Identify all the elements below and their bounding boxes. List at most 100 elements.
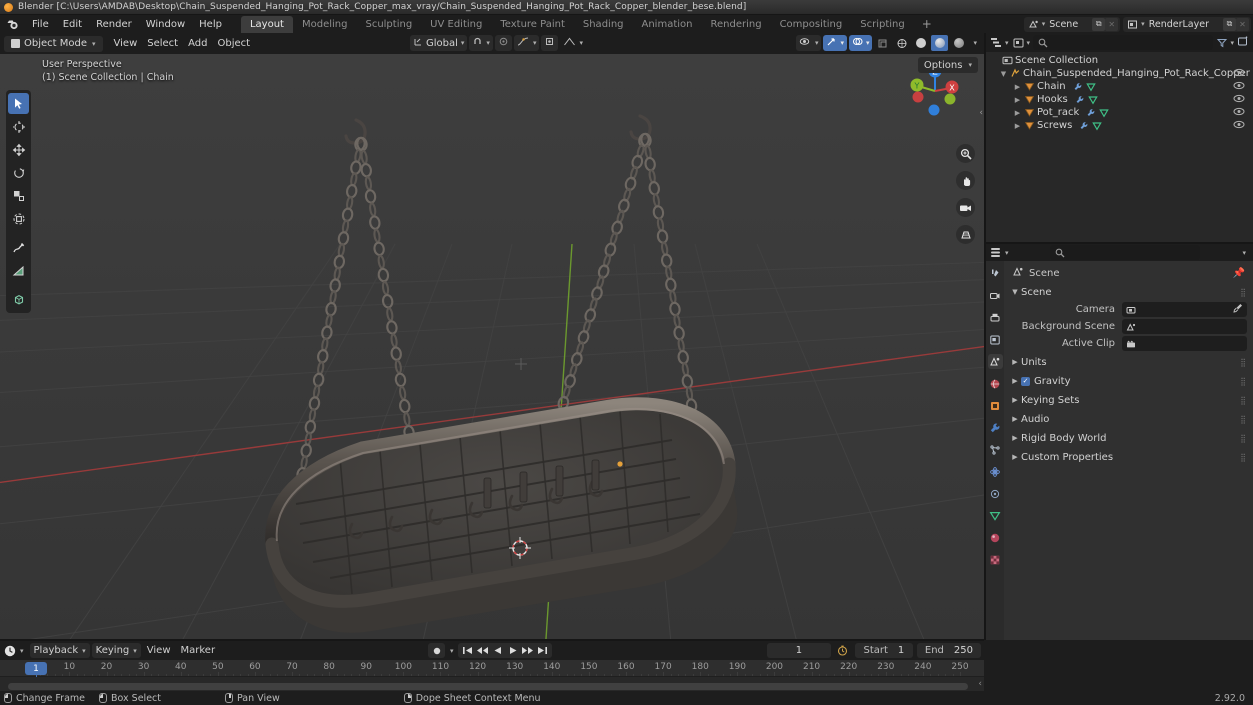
new-scene-icon[interactable]: ⧉ — [1092, 18, 1105, 31]
tool-options-button[interactable]: Options ▾ — [918, 57, 978, 73]
viewport-menu-select[interactable]: Select — [142, 36, 183, 52]
properties-tab-view-layer[interactable] — [988, 332, 1003, 347]
camera-field[interactable] — [1122, 302, 1247, 317]
timeline-divider[interactable] — [0, 639, 984, 641]
tab-modeling[interactable]: Modeling — [293, 16, 357, 33]
timeline-menu-marker[interactable]: Marker — [177, 643, 220, 658]
solid-shading-button[interactable] — [912, 35, 929, 51]
timeline-ruler[interactable]: 1020304050607080901001101201301401501601… — [0, 660, 984, 677]
panel-custom-properties-header[interactable]: ▶ Custom Properties ⣿ — [1004, 449, 1253, 465]
timeline-menu-view[interactable]: View — [143, 643, 175, 658]
menu-help[interactable]: Help — [192, 17, 229, 32]
menu-window[interactable]: Window — [139, 17, 192, 32]
stopwatch-icon[interactable] — [835, 643, 851, 658]
gravity-checkbox[interactable]: ✓ — [1021, 377, 1030, 386]
pin-icon[interactable]: 📌 — [1233, 268, 1245, 279]
rotate-tool[interactable] — [8, 162, 29, 183]
properties-tab-constraints[interactable] — [988, 486, 1003, 501]
outliner-row-collection[interactable]: ▼ Chain_Suspended_Hanging_Pot_Rack_Coppe… — [986, 67, 1253, 80]
overlays-toggle[interactable]: ▾ — [849, 35, 873, 51]
move-tool[interactable] — [8, 139, 29, 160]
panel-audio-header[interactable]: ▶ Audio ⣿ — [1004, 411, 1253, 427]
playback-menu[interactable]: Playback ▾ — [30, 643, 90, 658]
properties-tab-particles[interactable] — [988, 442, 1003, 457]
current-frame-field[interactable]: 1 — [767, 643, 831, 658]
visibility-eye-icon[interactable] — [1233, 80, 1245, 93]
outliner-row-pot-rack[interactable]: ▶ Pot_rack — [986, 106, 1253, 119]
rendered-shading-button[interactable] — [950, 35, 967, 51]
transform-orientation-selector[interactable]: Global ▾ — [410, 35, 467, 51]
viewport-menu-view[interactable]: View — [109, 36, 143, 52]
tab-shading[interactable]: Shading — [574, 16, 633, 33]
timeline-playhead[interactable]: 1 — [25, 662, 47, 675]
visibility-eye-icon[interactable] — [1233, 106, 1245, 119]
properties-editor-type[interactable]: ▾ — [989, 246, 1009, 259]
auto-keyframe-record-icon[interactable] — [428, 643, 445, 658]
snap-target-toggle[interactable] — [541, 35, 558, 51]
menu-edit[interactable]: Edit — [56, 17, 89, 32]
add-workspace-button[interactable]: + — [914, 15, 940, 33]
expand-triangle-icon[interactable]: ▶ — [1012, 83, 1023, 91]
viewport-menu-object[interactable]: Object — [212, 36, 255, 52]
menu-render[interactable]: Render — [89, 17, 139, 32]
tab-layout[interactable]: Layout — [241, 16, 293, 33]
mirror-toggle[interactable]: ▾ — [560, 35, 586, 51]
panel-rigid-body-world-header[interactable]: ▶ Rigid Body World ⣿ — [1004, 430, 1253, 446]
properties-tab-render[interactable] — [988, 288, 1003, 303]
mode-selector[interactable]: Object Mode ▾ — [4, 36, 103, 52]
remove-view-layer-icon[interactable]: ✕ — [1236, 18, 1249, 31]
properties-search-input[interactable] — [1050, 245, 1200, 260]
outliner-filter-type[interactable]: ▾ — [1012, 37, 1031, 49]
active-clip-field[interactable] — [1122, 336, 1247, 351]
keying-popover-chevron-down-icon[interactable]: ▾ — [450, 647, 454, 655]
camera-view-icon[interactable] — [956, 198, 975, 217]
transform-tool[interactable] — [8, 208, 29, 229]
expand-triangle-icon[interactable]: ▼ — [998, 70, 1009, 78]
next-keyframe-button[interactable] — [520, 643, 535, 658]
outliner-row-screws[interactable]: ▶ Screws — [986, 119, 1253, 132]
properties-options-chevron-down-icon[interactable]: ▾ — [1242, 249, 1246, 257]
outliner-row-hooks[interactable]: ▶ Hooks — [986, 93, 1253, 106]
tab-animation[interactable]: Animation — [633, 16, 702, 33]
panel-units-header[interactable]: ▶ Units ⣿ — [1004, 354, 1253, 370]
annotate-tool[interactable] — [8, 237, 29, 258]
properties-tab-tool[interactable] — [988, 266, 1003, 281]
tab-scripting[interactable]: Scripting — [851, 16, 913, 33]
outliner-search-input[interactable] — [1033, 35, 1213, 50]
menu-file[interactable]: File — [25, 17, 56, 32]
object-visibility-popover[interactable]: ▾ — [796, 35, 822, 51]
timeline-editor-type[interactable]: ▾ — [3, 644, 24, 658]
properties-tab-physics[interactable] — [988, 464, 1003, 479]
view-layer-selector[interactable]: ▾ RenderLayer ⧉ ✕ — [1123, 17, 1251, 32]
expand-triangle-icon[interactable]: ▶ — [1012, 109, 1023, 117]
tweak-select-tool[interactable] — [8, 93, 29, 114]
end-frame-field[interactable]: End 250 — [917, 643, 981, 658]
gizmo-toggle[interactable]: ▾ — [823, 35, 847, 51]
new-collection-button[interactable] — [1237, 35, 1250, 51]
tab-uv-editing[interactable]: UV Editing — [421, 16, 491, 33]
add-cube-tool[interactable] — [8, 289, 29, 310]
blender-menu-icon[interactable] — [6, 17, 20, 31]
outliner-row-scene-collection[interactable]: Scene Collection — [986, 54, 1253, 67]
panel-scene-header[interactable]: ▼ Scene ⣿ — [1004, 284, 1253, 300]
properties-tab-texture[interactable] — [988, 552, 1003, 567]
wireframe-shading-button[interactable] — [893, 35, 910, 51]
scene-selector[interactable]: ▾ Scene ⧉ ✕ — [1024, 17, 1120, 32]
timeline-channel-area[interactable]: ‹ — [0, 677, 984, 691]
expand-triangle-icon[interactable]: ▶ — [1012, 122, 1023, 130]
play-reverse-button[interactable] — [490, 643, 505, 658]
tab-rendering[interactable]: Rendering — [701, 16, 770, 33]
tab-sculpting[interactable]: Sculpting — [356, 16, 421, 33]
properties-tab-data[interactable] — [988, 508, 1003, 523]
unlink-scene-icon[interactable]: ✕ — [1105, 18, 1118, 31]
tab-compositing[interactable]: Compositing — [771, 16, 852, 33]
measure-tool[interactable] — [8, 260, 29, 281]
editor-divider-horizontal[interactable] — [986, 242, 1253, 244]
panel-gravity-header[interactable]: ▶ ✓ Gravity ⣿ — [1004, 373, 1253, 389]
shading-popover[interactable]: ▾ — [969, 35, 980, 51]
zoom-view-icon[interactable] — [956, 144, 975, 163]
properties-tab-scene[interactable] — [988, 354, 1003, 369]
keying-menu[interactable]: Keying ▾ — [92, 643, 141, 658]
scale-tool[interactable] — [8, 185, 29, 206]
expand-triangle-icon[interactable]: ▶ — [1012, 96, 1023, 104]
